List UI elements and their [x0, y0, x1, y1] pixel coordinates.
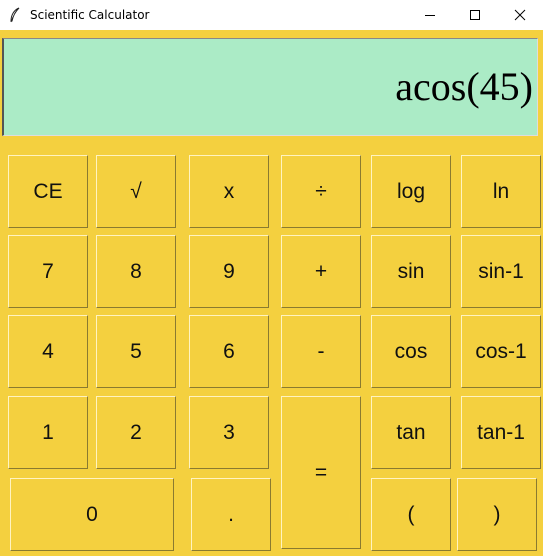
plus-button[interactable]: +: [281, 235, 361, 308]
digit-0-button[interactable]: 0: [10, 478, 174, 551]
title-bar: Scientific Calculator: [0, 0, 543, 30]
divide-button[interactable]: ÷: [281, 155, 361, 228]
minimize-button[interactable]: [407, 0, 453, 30]
digit-8-button[interactable]: 8: [96, 235, 176, 308]
sin-button[interactable]: sin: [371, 235, 451, 308]
close-icon: [514, 9, 526, 21]
digit-7-button[interactable]: 7: [8, 235, 88, 308]
equals-button[interactable]: =: [281, 396, 361, 549]
close-button[interactable]: [497, 0, 543, 30]
digit-2-button[interactable]: 2: [96, 396, 176, 469]
tan-button[interactable]: tan: [371, 396, 451, 469]
digit-6-button[interactable]: 6: [189, 315, 269, 388]
window-title: Scientific Calculator: [30, 8, 150, 22]
open-paren-button[interactable]: (: [371, 478, 451, 551]
decimal-point-button[interactable]: .: [191, 478, 271, 551]
feather-icon: [10, 7, 20, 23]
maximize-button[interactable]: [452, 0, 498, 30]
maximize-icon: [470, 10, 480, 20]
digit-9-button[interactable]: 9: [189, 235, 269, 308]
acos-button[interactable]: cos-1: [461, 315, 541, 388]
calculator-display[interactable]: acos(45): [2, 38, 538, 136]
digit-4-button[interactable]: 4: [8, 315, 88, 388]
minus-button[interactable]: -: [281, 315, 361, 388]
asin-button[interactable]: sin-1: [461, 235, 541, 308]
sqrt-button[interactable]: √: [96, 155, 176, 228]
multiply-button[interactable]: x: [189, 155, 269, 228]
digit-5-button[interactable]: 5: [96, 315, 176, 388]
atan-button[interactable]: tan-1: [461, 396, 541, 469]
close-paren-button[interactable]: ): [457, 478, 537, 551]
minimize-icon: [425, 15, 435, 16]
cos-button[interactable]: cos: [371, 315, 451, 388]
ln-button[interactable]: ln: [461, 155, 541, 228]
digit-1-button[interactable]: 1: [8, 396, 88, 469]
display-expression: acos(45): [395, 64, 533, 109]
clear-entry-button[interactable]: CE: [8, 155, 88, 228]
log-button[interactable]: log: [371, 155, 451, 228]
digit-3-button[interactable]: 3: [189, 396, 269, 469]
